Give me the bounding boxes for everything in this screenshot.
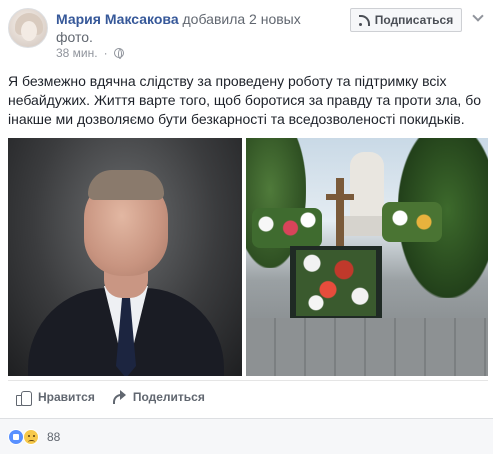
globe-icon[interactable] [113,48,124,59]
photo-portrait[interactable] [8,138,242,376]
post-text: Я безмежно вдячна слідству за проведену … [8,73,481,127]
rss-icon [358,14,371,26]
post-header: Мария Максакова добавила 2 новых фото. 3… [0,0,493,64]
pavement [246,318,488,376]
avatar-face [21,21,37,41]
reaction-count[interactable]: 88 [47,430,60,444]
author-avatar[interactable] [8,8,48,48]
post-headline: Мария Максакова добавила 2 новых фото. [56,10,336,46]
photo-cemetery[interactable] [246,138,488,376]
post-meta: 38 мин. · [56,46,124,60]
post-actions: Нравится Поделиться [8,381,488,413]
chevron-down-icon [472,10,484,22]
reactions-bar[interactable]: 88 [0,419,493,454]
flowerbed-left [252,208,322,248]
like-label: Нравится [38,390,95,404]
post-time[interactable]: 38 мин. [56,46,98,60]
subscribe-button[interactable]: Подписаться [350,8,462,32]
post-options-button[interactable] [468,8,488,28]
subscribe-label: Подписаться [374,13,454,27]
thumbs-up-icon [16,389,32,406]
like-reaction-icon [8,428,24,445]
portrait-hair [88,170,164,200]
share-button[interactable]: Поделиться [103,381,213,413]
monument-statue [350,152,384,222]
share-label: Поделиться [132,390,205,404]
share-arrow-icon [111,389,127,405]
like-button[interactable]: Нравится [8,381,103,413]
grave-flowers [296,250,376,316]
flowerbed-right [382,202,442,242]
sad-reaction-icon [23,428,39,445]
author-name[interactable]: Мария Максакова [56,11,179,27]
